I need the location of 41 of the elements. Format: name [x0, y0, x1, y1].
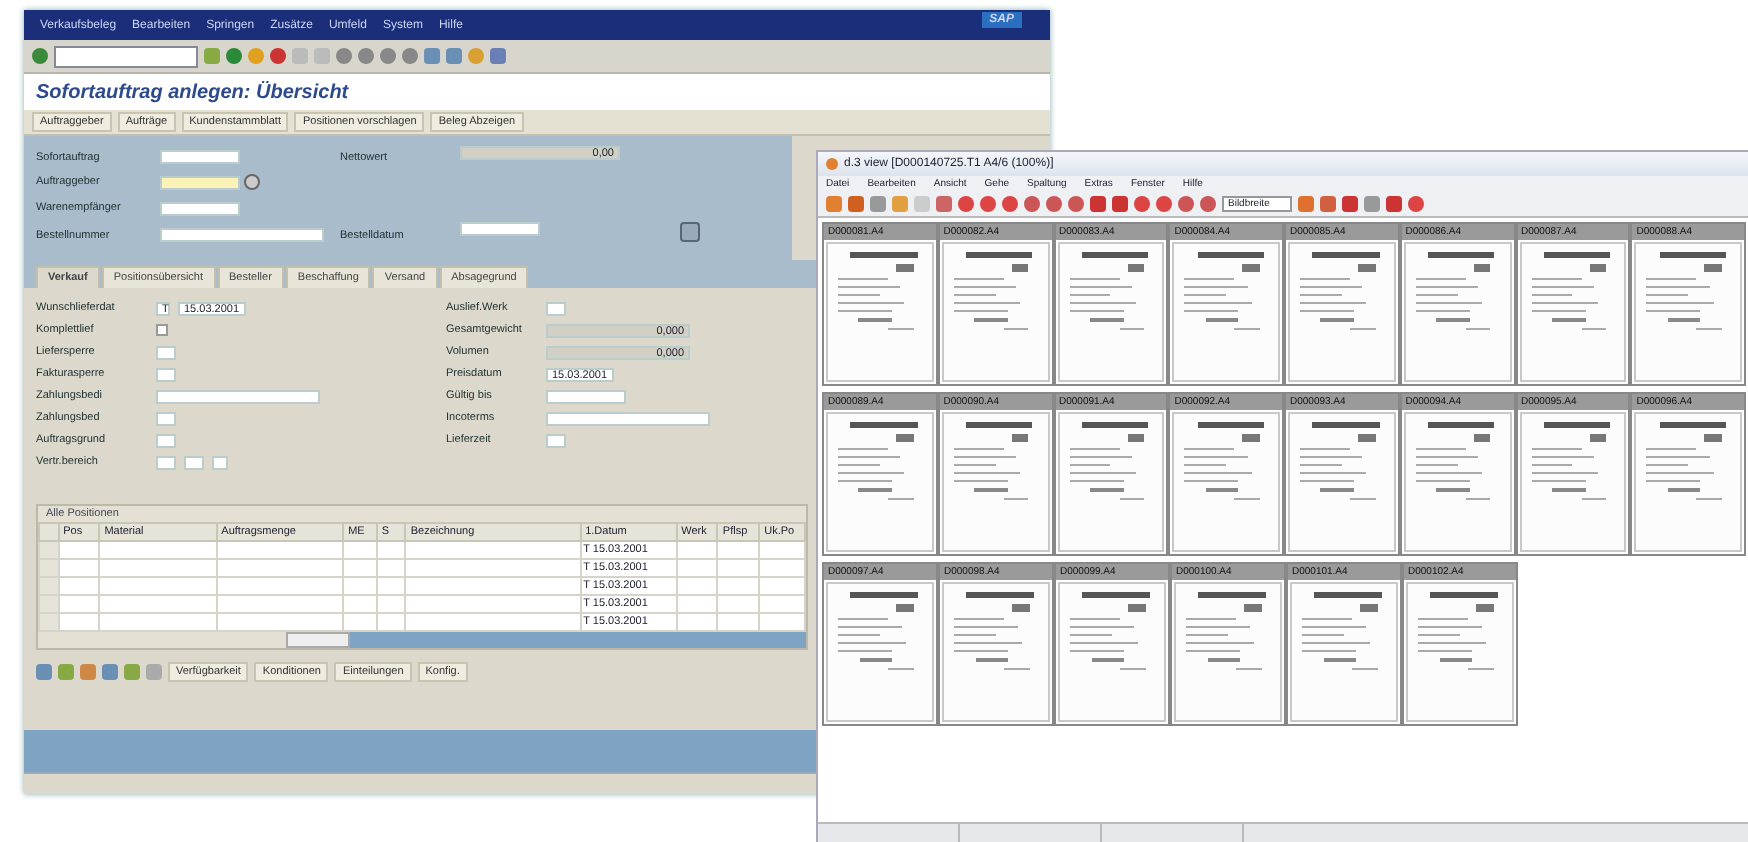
document-page: [826, 242, 934, 382]
document-page: [1634, 412, 1742, 552]
document-page: [1519, 242, 1627, 382]
input-field[interactable]: [546, 433, 566, 447]
input-field[interactable]: [546, 411, 710, 425]
document-page: [1288, 242, 1396, 382]
document-page: [826, 412, 934, 552]
document-page: [1057, 412, 1165, 552]
document-page: [1403, 242, 1511, 382]
input-field[interactable]: [160, 201, 240, 216]
document-page: [942, 582, 1050, 722]
document-page: [1172, 242, 1280, 382]
select-all-button[interactable]: [39, 523, 59, 541]
document-page: [1288, 412, 1396, 552]
input-field[interactable]: [156, 389, 320, 403]
input-field[interactable]: [460, 221, 540, 236]
input-field[interactable]: [546, 301, 566, 315]
horizontal-scrollbar[interactable]: [286, 632, 806, 648]
document-page: [1403, 412, 1511, 552]
document-page: [941, 242, 1049, 382]
document-page: [1634, 242, 1742, 382]
document-page: [826, 582, 934, 722]
document-page: [941, 412, 1049, 552]
document-page: [1406, 582, 1514, 722]
checkbox[interactable]: [156, 324, 168, 336]
app-icon: [826, 158, 838, 170]
document-page: [1172, 412, 1280, 552]
document-page: [1519, 412, 1627, 552]
input-field[interactable]: [160, 150, 240, 165]
command-field[interactable]: [54, 45, 198, 67]
document-page: [1290, 582, 1398, 722]
document-icon[interactable]: [680, 221, 700, 242]
document-page: [1057, 242, 1165, 382]
input-field[interactable]: [160, 228, 324, 243]
screen-title: Sofortauftrag anlegen: Übersicht: [24, 74, 1050, 110]
toolbar-icon[interactable]: [32, 48, 48, 64]
input-field[interactable]: [546, 389, 626, 403]
input-field[interactable]: [160, 175, 240, 190]
document-page: [1058, 582, 1166, 722]
search-help-icon[interactable]: [244, 174, 260, 191]
document-page: [1174, 582, 1282, 722]
